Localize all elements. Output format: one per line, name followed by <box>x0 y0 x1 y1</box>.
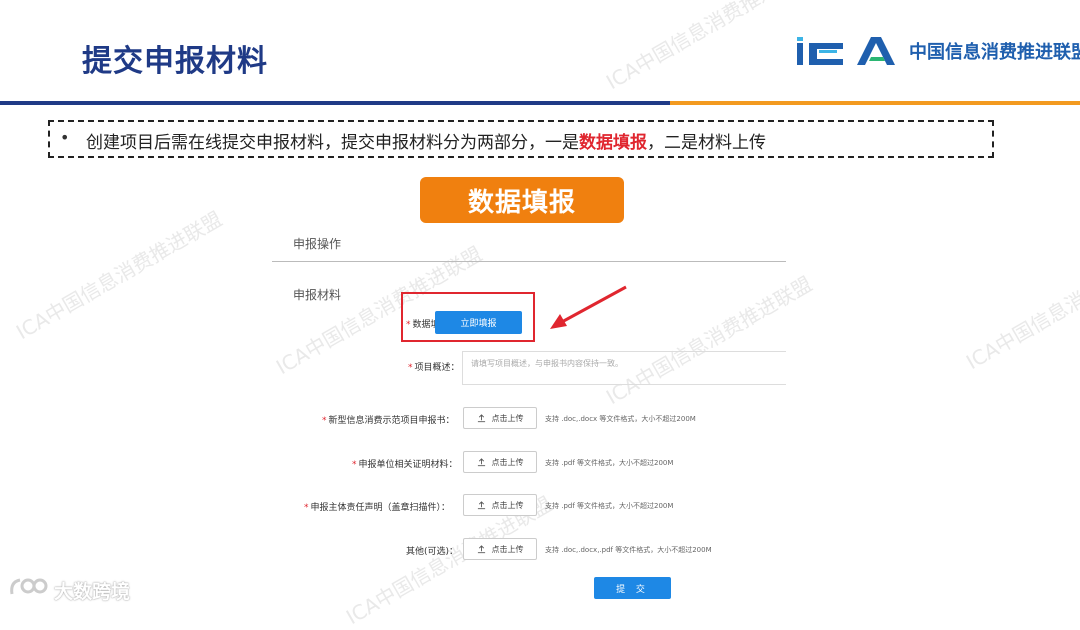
upload-button-file4[interactable]: 点击上传 <box>463 538 537 560</box>
file4-label-text: 其他(可选)： <box>406 547 459 557</box>
file2-label-text: 申报单位相关证明材料： <box>358 460 458 470</box>
pointer-arrow <box>550 285 627 329</box>
upload-button-file2[interactable]: 点击上传 <box>463 451 537 473</box>
overview-label: * 项目概述： <box>408 360 460 373</box>
intro-box: • 创建项目后需在线提交申报材料，提交申报材料分为两部分，一是数据填报，二是材料… <box>48 120 994 158</box>
file2-hint: 支持 .pdf 等文件格式，大小不超过200M <box>545 459 674 467</box>
watermark: ICA中国信息消费推进联盟 <box>962 236 1080 375</box>
file3-hint: 支持 .pdf 等文件格式，大小不超过200M <box>545 502 674 510</box>
required-mark: * <box>322 416 327 426</box>
intro-highlight: 数据填报 <box>579 133 647 153</box>
header-rule-blue <box>0 101 670 105</box>
upload-icon <box>477 457 485 466</box>
file1-label-text: 新型信息消费示范项目申报书： <box>328 416 455 426</box>
logo-text: 中国信息消费推进联盟 <box>909 42 1080 63</box>
required-mark: * <box>304 503 309 513</box>
upload-button-label: 点击上传 <box>491 457 524 467</box>
file3-label: * 申报主体责任声明（盖章扫描件）： <box>304 500 450 513</box>
header-rule-orange <box>670 101 1080 105</box>
required-mark: * <box>408 363 413 373</box>
upload-icon <box>477 544 485 553</box>
watermark: ICA中国信息消费推进联盟 <box>12 206 227 345</box>
file4-label: 其他(可选)： <box>406 544 458 557</box>
upload-icon <box>477 413 485 422</box>
file1-label: * 新型信息消费示范项目申报书： <box>322 413 455 426</box>
bottom-logo: 大数跨境 <box>8 570 148 604</box>
upload-button-file3[interactable]: 点击上传 <box>463 494 537 516</box>
intro-text-after: ，二是材料上传 <box>647 133 766 153</box>
ica-logo-icon <box>797 37 895 65</box>
upload-button-file1[interactable]: 点击上传 <box>463 407 537 429</box>
ica-logo: 中国信息消费推进联盟 <box>797 33 1080 67</box>
upload-button-label: 点击上传 <box>491 413 524 423</box>
file4-hint: 支持 .doc,.docx,.pdf 等文件格式，大小不超过200M <box>545 546 712 554</box>
slide-title: 提交申报材料 <box>82 44 268 79</box>
required-mark: * <box>352 460 357 470</box>
file1-hint: 支持 .doc,.docx 等文件格式，大小不超过200M <box>545 415 696 423</box>
upload-button-label: 点击上传 <box>491 500 524 510</box>
group-label: 申报材料 <box>293 288 342 302</box>
bottom-logo-text: 大数跨境 <box>54 581 131 603</box>
upload-icon <box>477 500 485 509</box>
highlight-box <box>401 292 535 342</box>
bullet: • <box>60 128 70 147</box>
watermark: ICA中国信息消费推进联盟 <box>602 0 817 95</box>
overview-label-text: 项目概述： <box>414 363 460 373</box>
data-fill-badge: 数据填报 <box>420 177 624 223</box>
intro-text: 创建项目后需在线提交申报材料，提交申报材料分为两部分，一是数据填报，二是材料上传 <box>86 128 766 153</box>
section-divider <box>272 261 786 262</box>
application-form: 申报操作 申报材料 *数据填报： 立即填报 *项目概述： 请填写项目概述，与申报… <box>272 228 788 608</box>
section-title: 申报操作 <box>293 237 342 251</box>
submit-button[interactable]: 提 交 <box>594 577 671 599</box>
file2-label: * 申报单位相关证明材料： <box>352 457 458 470</box>
overview-input[interactable]: 请填写项目概述，与申报书内容保持一致。 <box>462 351 786 385</box>
intro-text-before: 创建项目后需在线提交申报材料，提交申报材料分为两部分，一是 <box>86 133 579 153</box>
upload-button-label: 点击上传 <box>491 544 524 554</box>
bottom-logo-icon <box>10 578 48 595</box>
file3-label-text: 申报主体责任声明（盖章扫描件）： <box>310 503 451 513</box>
